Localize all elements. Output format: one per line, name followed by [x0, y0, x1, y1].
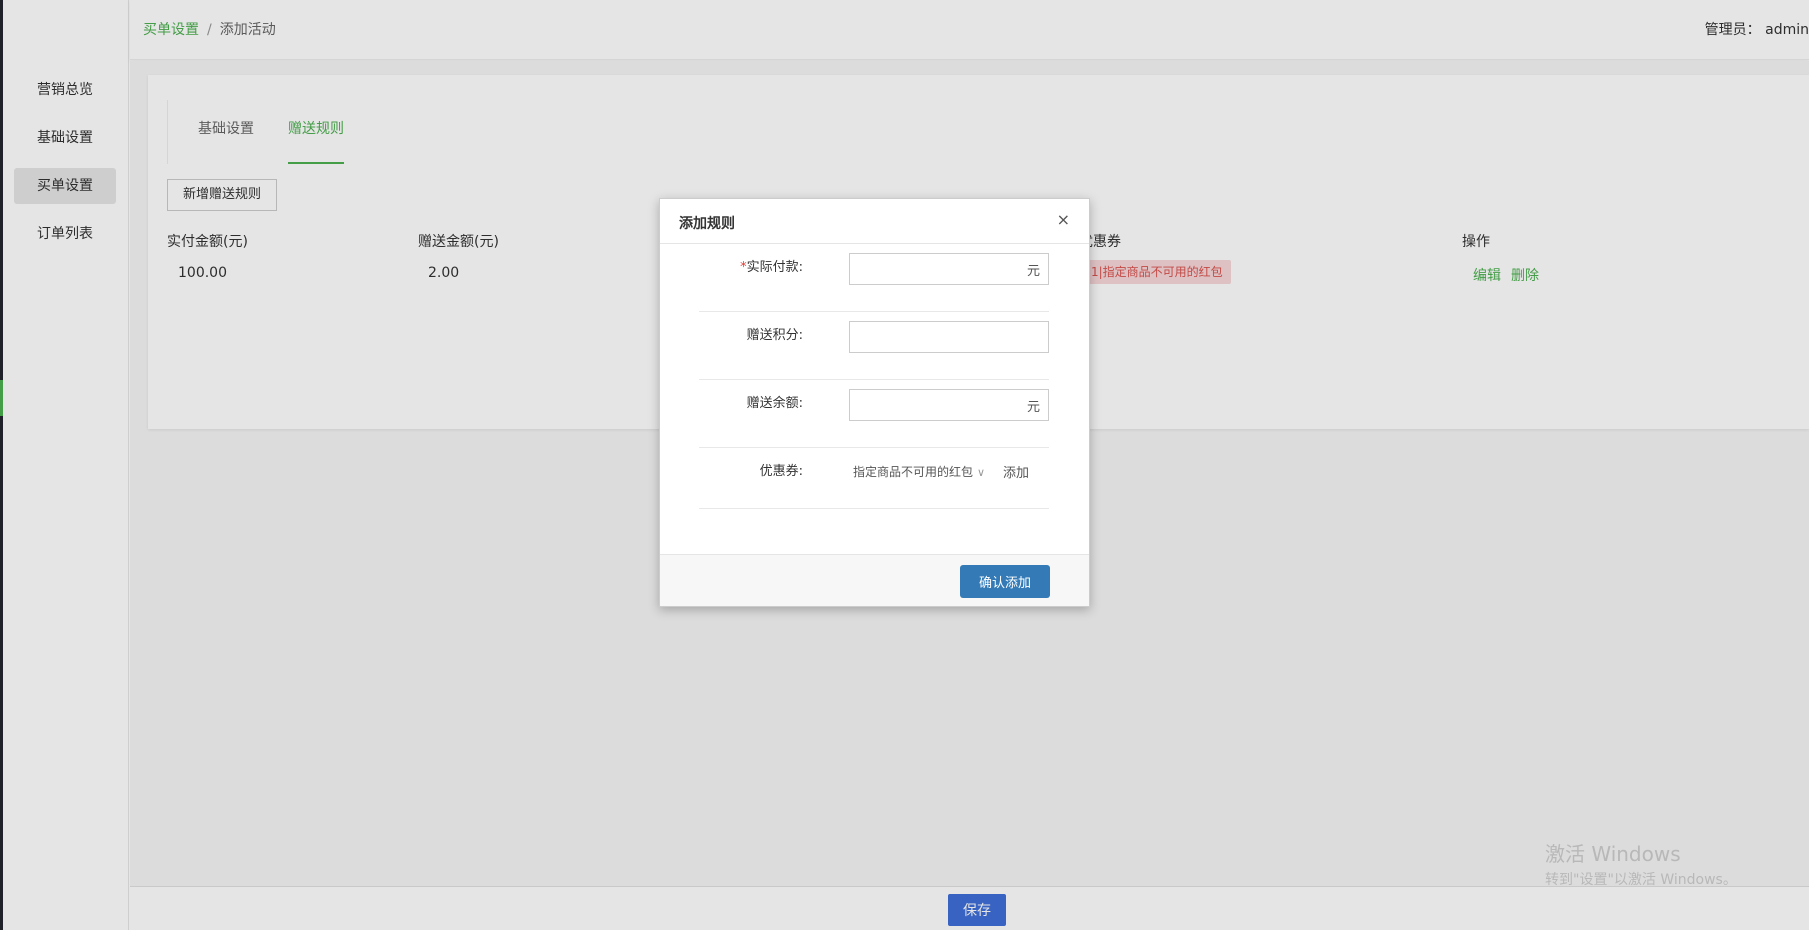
- form-row-bonus-balance: 赠送余额: 元: [699, 380, 1049, 448]
- modal-header: 添加规则 ×: [660, 199, 1089, 244]
- coupon-add-link[interactable]: 添加: [1003, 462, 1029, 481]
- coupon-select[interactable]: 指定商品不可用的红包 ∨: [853, 463, 985, 480]
- chevron-down-icon: ∨: [977, 466, 986, 479]
- form-row-coupon: 优惠券: 指定商品不可用的红包 ∨ 添加: [699, 448, 1049, 509]
- watermark-line-2: 转到"设置"以激活 Windows。: [1545, 872, 1737, 888]
- coupon-selected-value: 指定商品不可用的红包: [853, 465, 974, 479]
- bonus-balance-field-wrap: 元: [849, 389, 1049, 421]
- form-row-actual-payment: *实际付款: 元: [699, 244, 1049, 312]
- confirm-add-button[interactable]: 确认添加: [960, 565, 1050, 598]
- add-rule-modal: 添加规则 × *实际付款: 元 赠送积分: 赠送余额: 元 优惠券: 指定商品不…: [659, 198, 1090, 607]
- actual-payment-unit: 元: [1026, 264, 1040, 279]
- actual-payment-label-text: 实际付款:: [746, 260, 803, 275]
- watermark-line-1: 激活 Windows: [1545, 842, 1681, 866]
- bonus-points-label: 赠送积分:: [746, 328, 803, 343]
- form-row-bonus-points: 赠送积分:: [699, 312, 1049, 380]
- actual-payment-label: *实际付款:: [740, 256, 803, 275]
- bonus-points-field-wrap: [849, 321, 1049, 353]
- close-icon[interactable]: ×: [1057, 210, 1070, 229]
- modal-footer: 确认添加: [660, 554, 1089, 606]
- windows-activation-watermark: 激活 Windows 转到"设置"以激活 Windows。: [1545, 838, 1737, 889]
- bonus-points-input[interactable]: [850, 322, 1020, 352]
- bonus-balance-unit: 元: [1026, 400, 1040, 415]
- coupon-label: 优惠券:: [759, 464, 803, 479]
- bonus-balance-input[interactable]: [850, 390, 1020, 420]
- modal-title: 添加规则: [679, 216, 735, 232]
- actual-payment-field-wrap: 元: [849, 253, 1049, 285]
- bonus-balance-label: 赠送余额:: [746, 396, 803, 411]
- actual-payment-input[interactable]: [850, 254, 1020, 284]
